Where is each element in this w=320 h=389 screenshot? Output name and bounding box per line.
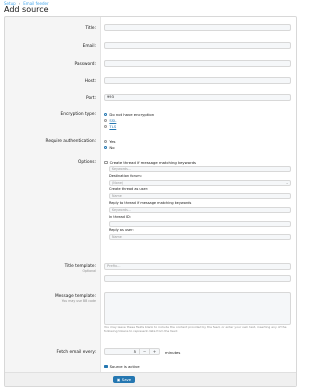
password-input[interactable] <box>104 60 291 67</box>
save-icon: ▣ <box>116 377 121 382</box>
auth-option-no-label: No <box>109 145 115 150</box>
destination-forum-value: (None) <box>112 181 124 185</box>
reply-keywords-label: Reply to thread if message matching keyw… <box>109 201 192 205</box>
radio-icon <box>104 124 108 129</box>
host-label: Host: <box>84 79 96 84</box>
host-input[interactable] <box>104 77 291 84</box>
auth-label: Require authentication: <box>45 139 96 144</box>
reply-as-user-label: Reply as user: <box>109 228 134 232</box>
stepper-plus-button[interactable]: + <box>149 349 159 354</box>
page-title: Add source <box>4 5 49 14</box>
checkbox-checked-icon <box>104 364 108 369</box>
options-label: Options: <box>77 160 96 165</box>
destination-forum-label: Destination forum: <box>109 174 142 178</box>
fetch-interval-value[interactable]: 5 <box>105 349 139 354</box>
port-input[interactable]: 993 <box>104 94 291 101</box>
password-label: Password: <box>74 62 96 67</box>
radio-icon <box>104 139 108 144</box>
thread-id-input[interactable] <box>109 221 291 227</box>
reply-as-user-input[interactable]: Name <box>109 234 291 240</box>
radio-selected-icon <box>104 145 108 150</box>
message-template-textarea[interactable] <box>104 292 291 325</box>
checkbox-icon <box>104 160 108 165</box>
title-template-sublabel: Optional <box>82 269 96 273</box>
encryption-option-tls[interactable]: TLS <box>104 124 116 129</box>
encryption-label: Encryption type: <box>60 112 96 117</box>
chevron-down-icon: ⌄ <box>285 181 289 185</box>
title-template-extra-input[interactable] <box>104 275 291 282</box>
source-active-label: Source is active <box>109 364 140 369</box>
title-label: Title: <box>85 26 96 31</box>
port-label: Port: <box>86 96 96 101</box>
encryption-option-ssl-label: SSL <box>109 118 117 123</box>
keywords-input[interactable]: Keywords... <box>109 166 291 172</box>
encryption-option-tls-label: TLS <box>109 124 117 129</box>
email-label: Email: <box>82 44 96 49</box>
title-template-input[interactable]: Prefix... <box>104 263 291 270</box>
fetch-unit-label: minutes <box>165 350 181 355</box>
save-button-label: Save <box>121 377 132 382</box>
source-active-checkbox[interactable]: Source is active <box>104 364 140 369</box>
create-thread-checkbox[interactable]: Create thread if message matching keywor… <box>104 160 196 165</box>
auth-option-yes-label: Yes <box>109 139 116 144</box>
create-thread-checkbox-label: Create thread if message matching keywor… <box>109 160 196 165</box>
stepper-minus-button[interactable]: − <box>139 349 149 354</box>
encryption-option-none[interactable]: Do not have encryption <box>104 112 154 117</box>
fetch-label: Fetch email every: <box>56 350 96 355</box>
save-button[interactable]: ▣ Save <box>113 376 135 383</box>
create-as-user-input[interactable]: Name <box>109 193 291 199</box>
reply-keywords-input[interactable]: Keywords... <box>109 207 291 213</box>
message-template-help: You may leave these fields blank to incl… <box>104 325 287 333</box>
auth-option-yes[interactable]: Yes <box>104 139 116 144</box>
thread-id-label: In thread ID: <box>109 215 131 219</box>
encryption-option-none-label: Do not have encryption <box>109 112 155 117</box>
add-source-form: Title: Email: Password: Host: Port: 993 … <box>4 16 297 387</box>
create-as-user-label: Create thread as user: <box>109 187 149 191</box>
radio-icon <box>104 118 108 123</box>
title-input[interactable] <box>104 24 291 31</box>
encryption-option-ssl[interactable]: SSL <box>104 118 116 123</box>
auth-option-no[interactable]: No <box>104 145 115 150</box>
destination-forum-select[interactable]: (None) ⌄ <box>109 180 291 186</box>
form-footer <box>5 372 296 386</box>
email-input[interactable] <box>104 42 291 49</box>
radio-selected-icon <box>104 112 108 117</box>
fetch-interval-stepper[interactable]: 5 − + <box>104 348 160 355</box>
message-template-sublabel: You may use BB code <box>61 299 96 303</box>
